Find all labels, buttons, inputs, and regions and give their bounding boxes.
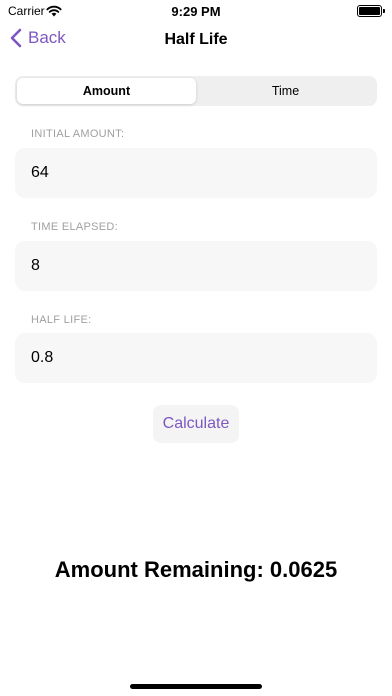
initial-amount-label: INITIAL AMOUNT:: [31, 128, 125, 140]
page-title: Half Life: [164, 31, 228, 48]
home-indicator: [130, 684, 262, 689]
battery-icon: [357, 5, 385, 17]
segment-amount[interactable]: Amount: [17, 78, 196, 104]
status-time: 9:29 PM: [171, 4, 221, 19]
initial-amount-field[interactable]: 64: [15, 148, 377, 198]
segment-time[interactable]: Time: [196, 78, 375, 104]
half-life-label: HALF LIFE:: [31, 314, 92, 326]
time-elapsed-label: TIME ELAPSED:: [31, 221, 119, 233]
time-elapsed-field[interactable]: 8: [15, 241, 377, 291]
result-text: Amount Remaining: 0.0625: [54, 557, 338, 582]
calculate-button[interactable]: Calculate: [153, 405, 239, 443]
half-life-field[interactable]: 0.8: [15, 333, 377, 383]
mode-segmented-control: Amount Time: [15, 76, 377, 106]
status-bar: Carrier 9:29 PM: [0, 0, 392, 22]
navigation-bar: Back Half Life: [0, 22, 392, 58]
